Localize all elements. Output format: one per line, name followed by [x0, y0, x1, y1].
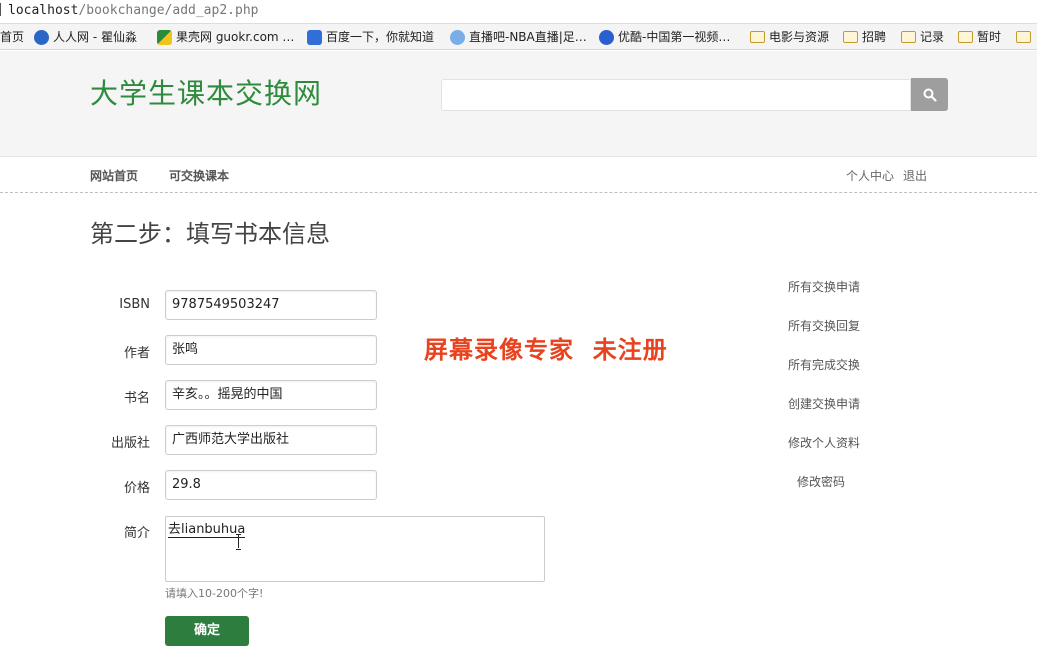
zhibo-icon	[450, 29, 465, 45]
bookmark-label: 优酷-中国第一视频…	[618, 30, 731, 44]
renren-icon	[34, 29, 49, 45]
text-cursor-icon	[236, 534, 242, 550]
bookmark-renren[interactable]: 人人网 - 瞿仙淼	[34, 24, 137, 49]
url-host: localhost	[8, 3, 79, 18]
isbn-field[interactable]: 9787549503247	[165, 290, 377, 320]
youku-icon	[599, 29, 614, 45]
publisher-label: 出版社	[110, 436, 150, 451]
nav-books[interactable]: 可交换课本	[169, 167, 229, 184]
price-label: 价格	[123, 481, 150, 496]
folder-icon	[843, 31, 858, 43]
bookmark-label: 电影与资源	[769, 30, 830, 44]
site-logo[interactable]: 大学生课本交换网	[90, 72, 322, 112]
bookmark-home[interactable]: 首页	[0, 24, 25, 49]
bookmark-label: 百度一下，你就知道	[326, 30, 435, 44]
price-field[interactable]: 29.8	[165, 470, 377, 500]
bookmark-overflow[interactable]	[1016, 24, 1031, 49]
bookmark-label: 暂时	[977, 30, 1002, 44]
address-bar[interactable]: localhost/bookchange/add_ap2.php	[0, 0, 1037, 24]
bookmark-zhibo[interactable]: 直播吧-NBA直播|足…	[450, 24, 587, 49]
bookmark-baidu[interactable]: 百度一下，你就知道	[307, 24, 435, 49]
bookmark-guokr[interactable]: 果壳网 guokr.com …	[157, 24, 295, 49]
bookmarks-bar: 首页 人人网 - 瞿仙淼 果壳网 guokr.com … 百度一下，你就知道 直…	[0, 24, 1037, 50]
folder-icon	[1016, 31, 1031, 43]
nav-home[interactable]: 网站首页	[90, 167, 138, 184]
search-input[interactable]	[441, 79, 911, 111]
title-field[interactable]: 辛亥。。摇晃的中国	[165, 380, 377, 410]
intro-textarea[interactable]: 去lianbuhua	[165, 516, 545, 582]
recorder-watermark: 屏幕录像专家 未注册	[424, 335, 668, 364]
sidebar-item-change-password[interactable]: 修改密码	[797, 473, 845, 490]
bookmark-label: 直播吧-NBA直播|足…	[469, 30, 587, 44]
title-label: 书名	[123, 391, 150, 406]
nav-logout[interactable]: 退出	[903, 167, 927, 184]
search-icon	[923, 88, 937, 102]
sidebar-item-edit-profile[interactable]: 修改个人资料	[788, 434, 860, 451]
author-label: 作者	[123, 346, 150, 361]
publisher-field[interactable]: 广西师范大学出版社	[165, 425, 377, 455]
sidebar-item-completed[interactable]: 所有完成交换	[788, 356, 860, 373]
page-title: 第二步：填写书本信息	[90, 220, 330, 248]
folder-icon	[901, 31, 916, 43]
page-icon	[0, 3, 4, 16]
bookmark-label: 果壳网 guokr.com …	[176, 30, 295, 44]
author-field[interactable]: 张鸣	[165, 335, 377, 365]
sidebar-item-create-request[interactable]: 创建交换申请	[788, 395, 860, 412]
baidu-icon	[307, 29, 322, 45]
url-path: /bookchange/add_ap2.php	[78, 3, 259, 18]
search-button[interactable]	[911, 78, 948, 111]
intro-label: 简介	[123, 526, 150, 541]
bookmark-label: 首页	[0, 30, 25, 44]
folder-icon	[750, 31, 765, 43]
guokr-icon	[157, 29, 172, 45]
nav-profile[interactable]: 个人中心	[846, 167, 894, 184]
sidebar-item-all-replies[interactable]: 所有交换回复	[788, 317, 860, 334]
bookmark-folder-temp[interactable]: 暂时	[958, 24, 1002, 49]
bookmark-folder-jobs[interactable]: 招聘	[843, 24, 887, 49]
intro-hint: 请填入10-200个字!	[165, 587, 264, 600]
site-header: 大学生课本交换网	[0, 51, 1037, 157]
bookmark-label: 记录	[920, 30, 945, 44]
isbn-label: ISBN	[119, 297, 150, 312]
bookmark-label: 招聘	[862, 30, 887, 44]
folder-icon	[958, 31, 973, 43]
intro-text: 去lianbuhua	[168, 522, 246, 538]
bookmark-folder-records[interactable]: 记录	[901, 24, 945, 49]
bookmark-folder-movies[interactable]: 电影与资源	[750, 24, 830, 49]
sidebar-item-all-requests[interactable]: 所有交换申请	[788, 278, 860, 295]
bookmark-label: 人人网 - 瞿仙淼	[53, 30, 137, 44]
main-nav: 网站首页 可交换课本 个人中心 退出	[0, 157, 1037, 193]
bookmark-youku[interactable]: 优酷-中国第一视频…	[599, 24, 731, 49]
